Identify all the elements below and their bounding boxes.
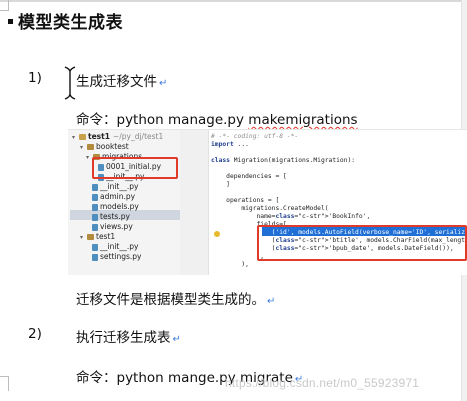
spellcheck-underlined-word: makemigrations (248, 112, 358, 128)
tree-item-label: settings.py (100, 252, 142, 261)
expand-arrow-icon[interactable]: ▾ (72, 133, 79, 143)
folder-icon (79, 134, 86, 140)
code-line: ), (211, 261, 249, 268)
tree-item-label: admin.py (100, 192, 136, 201)
watermark-url: https://blog.csdn.net/m0_55923971 (225, 376, 420, 390)
step1-number: 1) (28, 70, 42, 86)
python-file-icon (92, 213, 98, 221)
tree-item-label: models.py (100, 202, 139, 211)
paragraph-mark-icon: ↵ (159, 78, 168, 89)
tree-item-label: views.py (100, 222, 133, 231)
tree-item[interactable]: settings.py (92, 252, 142, 262)
page-corner-mark-bottom (0, 376, 9, 391)
line-gutter (180, 130, 209, 275)
note-text: 迁移文件是根据模型类生成的。 ↵ (76, 292, 276, 308)
python-file-icon (92, 203, 98, 211)
command1-line: 命令：python manage.py makemigrations (76, 112, 358, 128)
tree-item-path: ~/py_dj/test1 (112, 132, 164, 141)
code-line: import ... (211, 141, 249, 148)
bullet-icon (8, 19, 13, 24)
step1-title: 生成迁移文件 ↵ (76, 74, 168, 90)
step2-title: 执行迁移生成表 ↵ (76, 330, 181, 346)
python-file-icon (92, 193, 98, 201)
python-file-icon (92, 243, 98, 251)
code-line: ] (211, 181, 230, 188)
highlight-box-migrations (92, 157, 178, 179)
tree-item[interactable]: ▾ test1 ~/py_dj/test1 (72, 132, 163, 142)
tree-item-label: __init__.py (100, 182, 139, 191)
tree-item-label: booktest (96, 142, 129, 151)
folder-icon (87, 234, 94, 240)
ide-screenshot: ▾ test1 ~/py_dj/test1 ▾ booktest ▾ migrations 0… (68, 129, 467, 275)
python-file-icon (92, 253, 98, 261)
python-file-icon (92, 223, 98, 231)
code-line: class Migration(migrations.Migration): (211, 157, 356, 164)
tree-item[interactable]: models.py (92, 202, 139, 212)
highlight-box-fields (257, 225, 467, 261)
tree-item[interactable]: admin.py (92, 192, 135, 202)
tree-item-label: test1 (88, 132, 110, 141)
tree-item-label: test1 (96, 232, 116, 241)
page-top-border (0, 0, 467, 2)
expand-arrow-icon[interactable]: ▾ (80, 233, 87, 243)
tree-item[interactable]: tests.py (92, 212, 130, 222)
tree-item[interactable]: __init__.py (92, 182, 138, 192)
tree-item[interactable]: views.py (92, 222, 133, 232)
tree-item[interactable]: ▾ booktest (80, 142, 129, 152)
tree-item-label: __init__.py (100, 242, 139, 251)
tree-item-label: tests.py (100, 212, 130, 221)
step2-number: 2) (28, 326, 42, 342)
project-tree: ▾ test1 ~/py_dj/test1 ▾ booktest ▾ migrations 0… (68, 130, 180, 275)
folder-icon (87, 144, 94, 150)
tree-item[interactable]: __init__.py (92, 242, 138, 252)
tree-item[interactable]: ▾ test1 (80, 232, 115, 242)
python-file-icon (92, 183, 98, 191)
section-heading: 模型类生成表 (6, 8, 123, 33)
text-cursor-icon (64, 66, 76, 100)
